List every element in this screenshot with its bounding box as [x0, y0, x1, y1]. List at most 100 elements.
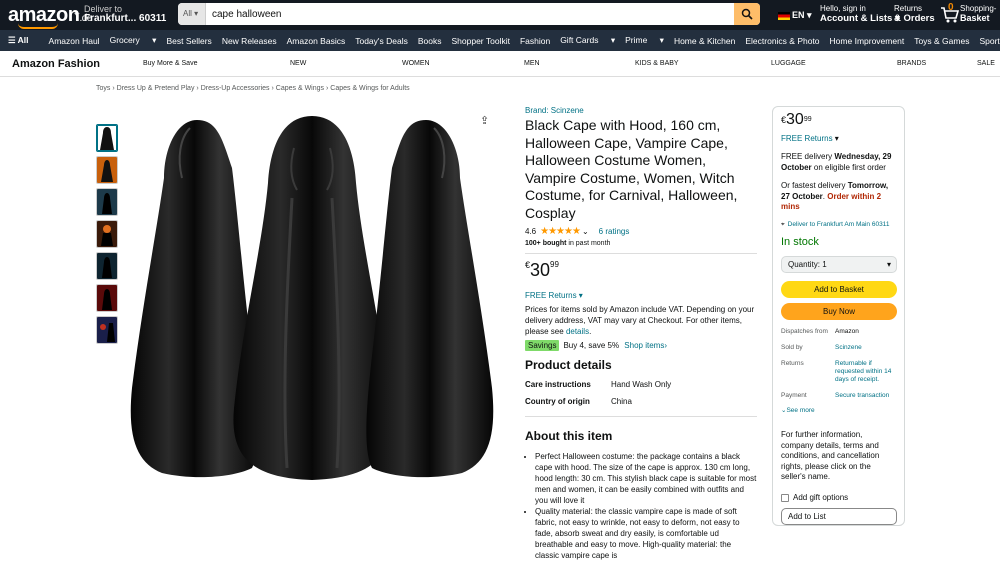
location-pin-icon: ⌖ — [781, 220, 785, 228]
account-label: Account & Lists — [820, 13, 893, 24]
nav-item[interactable]: Grocery ▾ — [110, 35, 157, 46]
search-category-dropdown[interactable]: All ▾ — [178, 3, 206, 25]
image-thumbnails — [96, 124, 118, 348]
german-flag-icon — [778, 11, 790, 20]
nav-item[interactable]: Gift Cards ▾ — [560, 35, 615, 46]
breadcrumb-item[interactable]: Dress Up & Pretend Play — [117, 85, 195, 92]
buybox-price: €3099 — [781, 111, 812, 128]
rating-row: 4.6 ★★★★★ ⌄ 6 ratings — [525, 226, 757, 237]
gift-options[interactable]: Add gift options — [781, 493, 896, 504]
subnav-item[interactable]: KIDS & BABY — [635, 60, 679, 67]
language-selector[interactable]: EN ▾ — [778, 10, 812, 21]
seller-link[interactable]: Scinzene — [835, 344, 895, 352]
search-bar: All ▾ — [178, 3, 760, 25]
nav-item[interactable]: Amazon Basics — [287, 36, 346, 46]
subnav-item[interactable]: Buy More & Save — [143, 60, 197, 67]
returns-policy-link[interactable]: Returnable if requested within 14 days o… — [835, 360, 895, 384]
secure-transaction-link[interactable]: Secure transaction — [835, 392, 895, 400]
nav-item[interactable]: Home Improvement — [830, 36, 905, 46]
thumbnail[interactable] — [96, 316, 118, 344]
thumbnail[interactable] — [96, 156, 118, 184]
nav-item[interactable]: Shopper Toolkit — [452, 36, 510, 46]
gift-checkbox[interactable] — [781, 493, 789, 502]
buy-now-button[interactable]: Buy Now — [781, 302, 897, 320]
subnav-item[interactable]: SALE — [977, 60, 995, 67]
thumbnail[interactable] — [96, 252, 118, 280]
product-price: €3099 — [525, 260, 559, 280]
shop-items-link[interactable]: Shop items› — [624, 341, 667, 350]
account-greeting: Hello, sign in — [820, 4, 866, 13]
nav-item[interactable]: Books — [418, 36, 442, 46]
breadcrumb-item[interactable]: Dress-Up Accessories — [201, 85, 270, 92]
breadcrumb-item[interactable]: Capes & Wings — [276, 85, 324, 92]
info-row: Returns Returnable if requested within 14… — [781, 360, 896, 384]
product-info: Brand: Scinzene Black Cape with Hood, 16… — [525, 106, 757, 561]
bought-count: 100+ bought in past month — [525, 240, 611, 247]
account-lists[interactable]: Hello, sign in Account & Lists ▾ — [820, 4, 900, 24]
thumbnail[interactable] — [96, 188, 118, 216]
quantity-select[interactable]: Quantity: 1 ▾ — [781, 255, 897, 273]
subnav-item[interactable]: NEW — [290, 60, 306, 67]
buybox-free-returns[interactable]: FREE Returns ▾ — [781, 134, 896, 145]
nav-all-menu[interactable]: ☰ All — [8, 35, 39, 46]
main-nav: ☰ All Amazon Haul Grocery ▾ Best Sellers… — [0, 30, 1000, 51]
subnav-item[interactable]: BRANDS — [897, 60, 926, 67]
deliver-to[interactable]: ⌖ Deliver to Frankfurt... 60311 — [74, 4, 166, 24]
nav-item[interactable]: Today's Deals — [355, 36, 408, 46]
info-row: Sold by Scinzene — [781, 344, 896, 352]
nav-item[interactable]: Best Sellers — [166, 36, 211, 46]
language-label: EN — [792, 10, 805, 20]
divider — [525, 416, 757, 417]
thumbnail[interactable] — [96, 124, 118, 152]
star-rating-icon[interactable]: ★★★★★ — [540, 226, 581, 237]
breadcrumb-item[interactable]: Toys — [96, 85, 110, 92]
free-returns-link[interactable]: FREE Returns ▾ — [525, 291, 757, 300]
nav-item[interactable]: Prime ▾ — [625, 35, 664, 46]
breadcrumb: Toys › Dress Up & Pretend Play › Dress-U… — [96, 85, 410, 92]
breadcrumb-item[interactable]: Capes & Wings for Adults — [330, 85, 409, 92]
see-more-link[interactable]: ⌄See more — [781, 406, 896, 417]
subnav-item[interactable]: LUGGAGE — [771, 60, 806, 67]
fashion-subnav: Amazon Fashion Buy More & Save NEW WOMEN… — [0, 51, 1000, 77]
nav-item[interactable]: Home & Kitchen — [674, 36, 735, 46]
returns-label: Returns — [894, 4, 923, 13]
share-icon[interactable]: ⇪ — [480, 114, 489, 127]
search-button[interactable] — [734, 3, 760, 25]
search-input[interactable] — [208, 3, 728, 25]
brand-link[interactable]: Brand: Scinzene — [525, 106, 757, 115]
orders-label: & Orders — [894, 13, 935, 24]
savings-badge: Savings — [525, 340, 560, 351]
rating-value: 4.6 — [525, 227, 537, 236]
nav-item[interactable]: Electronics & Photo — [745, 36, 819, 46]
info-row: Payment Secure transaction — [781, 392, 896, 400]
top-header: amazon.de ⌖ Deliver to Frankfurt... 6031… — [0, 0, 1000, 30]
product-title: Black Cape with Hood, 160 cm, Halloween … — [525, 117, 738, 221]
chevron-down-icon[interactable]: ⌄ — [582, 227, 589, 236]
stock-status: In stock — [781, 236, 819, 248]
subnav-brand[interactable]: Amazon Fashion — [12, 58, 100, 70]
subnav-item[interactable]: MEN — [524, 60, 540, 67]
subnav-item[interactable]: WOMEN — [402, 60, 430, 67]
returns-orders[interactable]: Returns & Orders — [894, 4, 935, 24]
nav-item[interactable]: Amazon Haul — [49, 36, 100, 46]
add-to-list-button[interactable]: Add to List — [781, 508, 897, 525]
about-bullets: Perfect Halloween costume: the package c… — [525, 451, 757, 561]
buy-box: €3099 FREE Returns ▾ FREE delivery Wedne… — [772, 106, 905, 526]
thumbnail[interactable] — [96, 284, 118, 312]
savings-row: Savings Buy 4, save 5% Shop items› — [525, 340, 757, 351]
details-link[interactable]: details — [566, 327, 589, 336]
nav-item[interactable]: New Releases — [222, 36, 277, 46]
info-row: Dispatches from Amazon — [781, 327, 859, 335]
cart-count: 0 — [948, 2, 954, 13]
product-details-heading: Product details — [525, 358, 612, 372]
ratings-count-link[interactable]: 6 ratings — [599, 227, 630, 236]
product-main-image[interactable] — [122, 108, 501, 488]
thumbnail[interactable] — [96, 220, 118, 248]
bullet-item: Quality material: the classic vampire ca… — [535, 506, 757, 561]
add-to-basket-button[interactable]: Add to Basket — [781, 280, 897, 298]
deliver-to-link[interactable]: ⌖ Deliver to Frankfurt Am Main 60311 — [781, 221, 896, 230]
chevron-down-icon: ▾ — [886, 259, 891, 269]
nav-item[interactable]: Sports & Outdoors — [979, 36, 1000, 46]
nav-item[interactable]: Fashion — [520, 36, 550, 46]
nav-item[interactable]: Toys & Games — [914, 36, 969, 46]
